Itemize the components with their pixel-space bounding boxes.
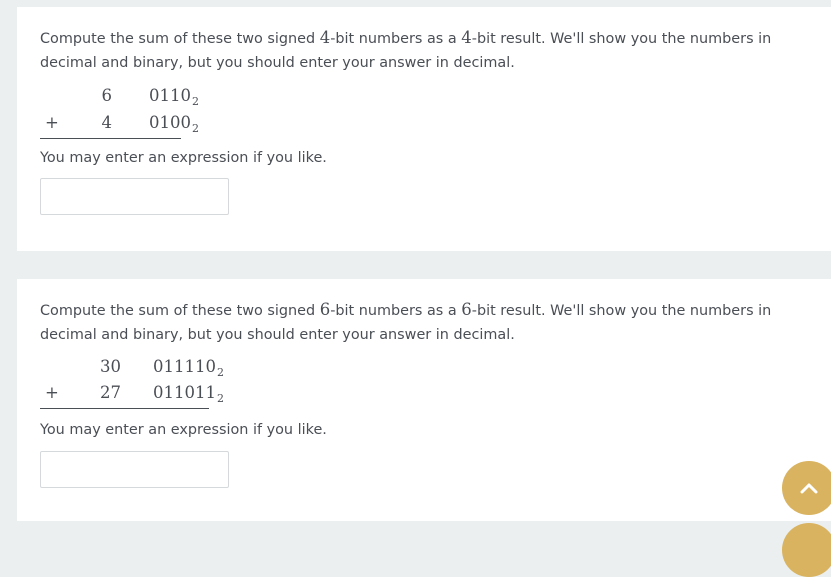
operand-1-decimal: 30 <box>100 357 121 376</box>
problem-2-bits: 6 <box>319 300 331 319</box>
problem-1-bits-result: 4 <box>461 28 472 47</box>
problem-1-prompt: Compute the sum of these two signed 4-bi… <box>40 28 772 71</box>
operand-1-binary: 01102 <box>149 86 199 108</box>
operand-2-decimal: 4 <box>101 113 113 132</box>
operand-1-decimal: 6 <box>101 86 113 105</box>
secondary-floating-button[interactable] <box>782 523 831 577</box>
plus-operator: + <box>45 113 59 132</box>
problem-2-addition: 30 0111102 + 27 0110112 <box>40 357 230 410</box>
problem-2-prompt: Compute the sum of these two signed 6-bi… <box>40 300 772 343</box>
operand-2-binary: 01002 <box>149 113 199 135</box>
sum-rule <box>40 138 181 139</box>
scroll-to-top-button[interactable] <box>782 461 831 515</box>
problem-2-hint: You may enter an expression if you like. <box>40 422 327 438</box>
problem-card-1: Compute the sum of these two signed 4-bi… <box>17 7 831 251</box>
plus-operator: + <box>45 383 59 402</box>
problem-1-addition: 6 01102 + 4 01002 <box>40 86 205 140</box>
problem-card-2: Compute the sum of these two signed 6-bi… <box>17 279 831 521</box>
problem-1-answer-input[interactable] <box>40 178 229 215</box>
problem-1-bits: 4 <box>319 28 331 47</box>
operand-2-decimal: 27 <box>100 383 121 402</box>
sum-rule <box>40 408 209 409</box>
problem-2-bits-result: 6 <box>461 300 472 319</box>
operand-1-binary: 0111102 <box>153 357 224 379</box>
operand-2-binary: 0110112 <box>153 383 224 405</box>
chevron-up-icon <box>800 483 818 494</box>
problem-1-hint: You may enter an expression if you like. <box>40 150 327 166</box>
problem-2-answer-input[interactable] <box>40 451 229 488</box>
